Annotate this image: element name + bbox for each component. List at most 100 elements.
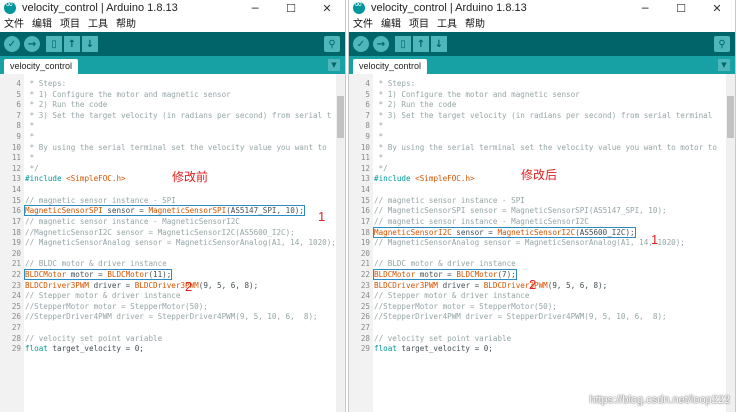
open-icon[interactable]: ↑: [413, 36, 429, 52]
tab-velocity-control[interactable]: velocity_control: [353, 59, 428, 74]
tab-bar: velocity_control ▼: [0, 56, 345, 74]
line-code: *: [374, 153, 384, 162]
line-number: 17: [360, 216, 370, 226]
line-number: 20: [360, 248, 370, 258]
tab-menu-icon[interactable]: ▼: [328, 59, 340, 71]
vertical-scrollbar[interactable]: [726, 74, 735, 412]
line-number: 22: [360, 269, 370, 279]
line-code: // magnetic sensor instance - SPI: [25, 196, 176, 205]
arduino-logo-icon: [4, 0, 16, 14]
scrollbar-thumb[interactable]: [727, 96, 734, 138]
menu-tools[interactable]: 工具: [88, 17, 108, 32]
line-code: * 3) Set the target velocity (in radians…: [25, 111, 332, 120]
upload-icon[interactable]: →: [24, 36, 40, 52]
code-line: 9 *: [0, 132, 336, 143]
serial-monitor-icon[interactable]: ⚲: [324, 36, 340, 52]
code-token: BLDCMotor: [456, 269, 498, 279]
line-number: 16: [11, 206, 21, 216]
line-number: 9: [16, 132, 21, 142]
menu-edit[interactable]: 编辑: [381, 17, 401, 32]
verify-icon[interactable]: ✓: [4, 36, 20, 52]
title-bar: velocity_control | Arduino 1.8.13 ─ ☐ ✕: [0, 0, 345, 17]
line-number: 24: [11, 291, 21, 301]
line-number: 23: [360, 280, 370, 290]
code-line: 27: [0, 323, 336, 334]
code-line: 16 MagneticSensorSPI sensor = MagneticSen…: [0, 205, 336, 217]
save-icon[interactable]: ↓: [82, 36, 98, 52]
code-line: 19 // MagneticSensorAnalog sensor = Magne…: [349, 238, 726, 249]
menu-help[interactable]: 帮助: [116, 17, 136, 32]
line-code: // velocity set point variable: [374, 334, 511, 343]
code-token: BLDCMotor: [107, 269, 149, 279]
line-number: 12: [11, 163, 21, 173]
open-icon[interactable]: ↑: [64, 36, 80, 52]
code-editor[interactable]: 4 * Steps: 5 * 1) Configure the motor and…: [349, 74, 735, 412]
line-code: float target_velocity = 0;: [374, 344, 493, 353]
code-token: * By using the serial terminal set the v…: [374, 142, 717, 152]
code-line: 22 BLDCMotor motor = BLDCMotor(11);: [0, 268, 336, 281]
window-controls: ─ ☐ ✕: [627, 0, 735, 17]
menu-tools[interactable]: 工具: [437, 17, 457, 32]
code-token: * 1) Configure the motor and magnetic se…: [374, 89, 580, 99]
line-code: // MagneticSensorAnalog sensor = Magneti…: [374, 238, 685, 247]
line-code: #include <SimpleFOC.h>: [25, 174, 126, 183]
code-token: sensor =: [451, 227, 498, 237]
minimize-icon[interactable]: ─: [237, 0, 273, 17]
code-token: *: [374, 121, 384, 131]
minimize-icon[interactable]: ─: [627, 0, 663, 17]
code-line: 29 float target_velocity = 0;: [349, 344, 726, 355]
line-code: // BLDC motor & driver instance: [25, 259, 167, 268]
menu-file[interactable]: 文件: [4, 17, 24, 32]
menu-sketch[interactable]: 项目: [409, 17, 429, 32]
maximize-icon[interactable]: ☐: [663, 0, 699, 17]
menu-sketch[interactable]: 项目: [60, 17, 80, 32]
code-lines: 4 * Steps: 5 * 1) Configure the motor and…: [349, 79, 726, 355]
code-line: 5 * 1) Configure the motor and magnetic …: [349, 90, 726, 101]
code-line: 12 */: [0, 164, 336, 175]
serial-monitor-icon[interactable]: ⚲: [714, 36, 730, 52]
scrollbar-thumb[interactable]: [337, 96, 344, 138]
close-icon[interactable]: ✕: [309, 0, 345, 17]
code-editor[interactable]: 4 * Steps: 5 * 1) Configure the motor and…: [0, 74, 345, 412]
code-token: *: [374, 132, 384, 142]
code-token: <SimpleFOC.h>: [415, 174, 475, 184]
tab-menu-icon[interactable]: ▼: [718, 59, 730, 71]
vertical-scrollbar[interactable]: [336, 74, 345, 412]
line-code: BLDCDriver3PWM driver = BLDCDriver3PWM(9…: [374, 281, 607, 290]
code-token: //StepperDriver4PWM driver = StepperDriv…: [25, 312, 318, 322]
code-token: //MagneticSensorI2C sensor = MagneticSen…: [25, 227, 295, 237]
tab-velocity-control[interactable]: velocity_control: [4, 59, 79, 74]
code-line: 20: [0, 249, 336, 260]
menu-edit[interactable]: 编辑: [32, 17, 52, 32]
upload-icon[interactable]: →: [373, 36, 389, 52]
code-line: 19 // MagneticSensorAnalog sensor = Magne…: [0, 238, 336, 249]
line-number: 17: [11, 216, 21, 226]
new-icon[interactable]: ▯: [395, 36, 411, 52]
maximize-icon[interactable]: ☐: [273, 0, 309, 17]
save-icon[interactable]: ↓: [431, 36, 447, 52]
code-token: (11);: [148, 269, 172, 279]
line-number: 18: [360, 227, 370, 237]
close-icon[interactable]: ✕: [699, 0, 735, 17]
new-icon[interactable]: ▯: [46, 36, 62, 52]
line-number: 7: [365, 110, 370, 120]
line-number: 9: [365, 132, 370, 142]
code-token: * 3) Set the target velocity (in radians…: [374, 110, 713, 120]
line-code: // Stepper motor & driver instance: [374, 291, 529, 300]
toolbar: ✓ → ▯ ↑ ↓ ⚲: [0, 32, 345, 56]
code-token: BLDCMotor: [25, 269, 67, 279]
menu-file[interactable]: 文件: [353, 17, 373, 32]
line-number: 19: [360, 238, 370, 248]
menu-help[interactable]: 帮助: [465, 17, 485, 32]
line-code: *: [374, 132, 384, 142]
line-code: //StepperMotor motor = StepperMotor(50);: [374, 302, 557, 311]
code-line: 17 // magnetic sensor instance - Magnetic…: [349, 217, 726, 228]
verify-icon[interactable]: ✓: [353, 36, 369, 52]
line-number: 8: [365, 121, 370, 131]
code-token: BLDCDriver3PWM: [25, 280, 90, 290]
code-line: 4 * Steps:: [0, 79, 336, 90]
code-token: // MagneticSensorSPI sensor = MagneticSe…: [374, 206, 667, 216]
line-number: 21: [11, 259, 21, 269]
highlighted-code: BLDCMotor motor = BLDCMotor(7);: [373, 268, 517, 280]
code-token: // magnetic sensor instance - MagneticSe…: [374, 216, 589, 226]
